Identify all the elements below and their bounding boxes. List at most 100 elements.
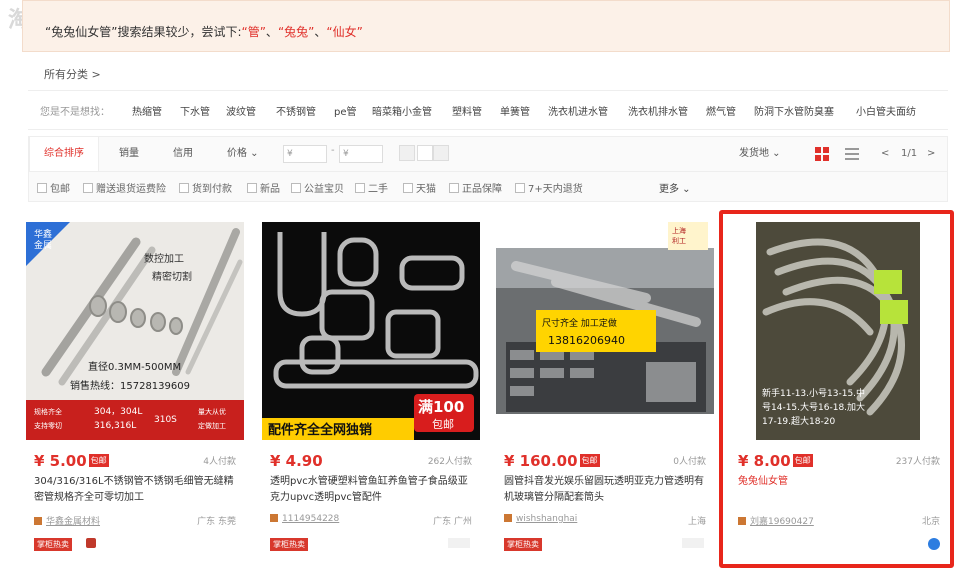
option-label: 新品 xyxy=(260,184,280,195)
image-text-line: 上海 xyxy=(672,226,686,235)
corner-label: 华鑫 xyxy=(34,228,52,240)
product-card[interactable]: 上海利工 尺寸齐全 加工定做 13816206940 ¥ 160.00 包邮 0人… xyxy=(496,222,714,562)
category-item[interactable]: 洗衣机进水管 xyxy=(548,103,608,118)
option-checkbox[interactable]: 赠送退货运费险 xyxy=(83,180,166,195)
category-item[interactable]: 洗衣机排水管 xyxy=(628,103,688,118)
price-min-input[interactable]: ¥ xyxy=(283,145,327,163)
view-toggle[interactable] xyxy=(433,145,449,161)
category-item[interactable]: 波纹管 xyxy=(226,103,256,118)
product-title[interactable]: 304/316/316L不锈钢管不锈钢毛细管无缝精密管规格齐全可零切加工 xyxy=(34,474,238,506)
grid-view-icon[interactable] xyxy=(815,147,829,161)
svg-text:华鑫 金属: 华鑫 金属 xyxy=(34,228,55,251)
category-item[interactable]: 不锈钢管 xyxy=(276,103,316,118)
option-label: 货到付款 xyxy=(192,184,232,195)
image-text: 定做加工 xyxy=(198,421,226,430)
view-toggle[interactable] xyxy=(399,145,415,161)
sales-count: 262人付款 xyxy=(427,457,472,467)
product-region: 上海 xyxy=(687,517,706,527)
option-checkbox[interactable]: 7+天内退货 xyxy=(515,180,583,195)
product-card[interactable]: 满100 包邮 配件齐全全网独销 ¥ 4.90 262人付款 透明pvc水管硬塑… xyxy=(262,222,480,562)
corner-label-line: 金属 xyxy=(34,239,52,251)
all-categories-link[interactable]: 所有分类 > xyxy=(44,66,101,82)
related-categories: 您是不是想找： 热缩管 下水管 波纹管 不锈钢管 pe管 暗菜箱小金管 塑料管 … xyxy=(28,90,948,130)
category-item[interactable]: 下水管 xyxy=(180,103,210,118)
image-text: 316,316L xyxy=(94,421,136,431)
tab-default-sort[interactable]: 综合排序 xyxy=(29,137,99,171)
image-text: 精密切割 xyxy=(152,270,192,283)
option-checkbox[interactable]: 公益宝贝 xyxy=(291,180,344,195)
product-title[interactable]: 圆管抖音发光娱乐留圆玩透明亚克力管透明有机玻璃管分隔配套筒头 xyxy=(504,474,708,506)
notice-message: 搜索结果较少，尝试下: xyxy=(117,25,242,39)
view-toggle[interactable] xyxy=(417,145,433,161)
shop-link[interactable]: wishshanghai xyxy=(504,514,577,524)
product-price: ¥ 160.00 包邮 xyxy=(504,452,600,470)
more-options-button[interactable]: 更多 ⌄ xyxy=(659,180,691,195)
suggestion-link[interactable]: “兔兔” xyxy=(278,25,314,39)
price-value: ¥ 160.00 xyxy=(504,452,578,470)
image-text: 直径0.3MM-500MM xyxy=(88,360,181,373)
image-text: 310S xyxy=(154,415,177,425)
category-item[interactable]: 单簧管 xyxy=(500,103,530,118)
image-text: 销售热线：15728139609 xyxy=(70,379,190,392)
product-card[interactable]: 华鑫 金属 数控加工 精密切割 直径0.3MM-500MM 销售热线：15728… xyxy=(26,222,244,562)
filter-options: 包邮 赠送退货运费险 货到付款 新品 公益宝贝 二手 天猫 正品保障 7+天内退… xyxy=(28,172,948,202)
category-item[interactable]: 暗菜箱小金管 xyxy=(372,103,432,118)
ship-from-select[interactable]: 发货地 ⌄ xyxy=(739,137,781,171)
option-checkbox[interactable]: 包邮 xyxy=(37,180,70,195)
product-price: ¥ 4.90 xyxy=(270,452,323,470)
category-item[interactable]: 小白管夫面纺 xyxy=(856,103,916,118)
product-title[interactable]: 透明pvc水管硬塑料管鱼缸养鱼管子食品级亚克力upvc透明pvc管配件 xyxy=(270,474,474,506)
suggestion-link[interactable]: “仙女” xyxy=(326,25,362,39)
price-range-dash: - xyxy=(331,145,335,156)
search-notice: “兔兔仙女管”搜索结果较少，尝试下:“管”、“兔兔”、“仙女” xyxy=(22,0,950,52)
next-page-button[interactable]: > xyxy=(927,137,935,171)
sales-count: 0人付款 xyxy=(673,457,706,467)
product-image[interactable]: 上海利工 尺寸齐全 加工定做 13816206940 xyxy=(496,222,714,440)
category-item[interactable]: 燃气管 xyxy=(706,103,736,118)
option-checkbox[interactable]: 货到付款 xyxy=(179,180,232,195)
image-text: 包邮 xyxy=(432,418,454,431)
option-checkbox[interactable]: 二手 xyxy=(355,180,388,195)
category-item[interactable]: 防洞下水管防臭塞 xyxy=(754,103,834,118)
tab-sales[interactable]: 销量 xyxy=(119,137,139,171)
hot-tag: 掌柜热卖 xyxy=(270,538,308,551)
option-label: 天猫 xyxy=(416,184,436,195)
image-text-line: 利工 xyxy=(672,236,686,245)
price-max-input[interactable]: ¥ xyxy=(339,145,383,163)
gift-icon xyxy=(86,538,96,548)
notice-text: “兔兔仙女管”搜索结果较少，尝试下:“管”、“兔兔”、“仙女” xyxy=(45,23,363,40)
image-text: 尺寸齐全 加工定做 xyxy=(542,317,617,329)
tab-price[interactable]: 价格 ⌄ xyxy=(227,137,259,171)
option-label: 二手 xyxy=(368,184,388,195)
option-label: 7+天内退货 xyxy=(528,184,583,195)
image-text: 满100 xyxy=(418,398,464,416)
option-checkbox[interactable]: 正品保障 xyxy=(449,180,502,195)
price-value: ¥ 5.00 xyxy=(34,452,87,470)
option-label: 正品保障 xyxy=(462,184,502,195)
free-shipping-badge: 包邮 xyxy=(579,454,600,467)
image-text: 数控加工 xyxy=(144,252,184,265)
category-item[interactable]: 热缩管 xyxy=(132,103,162,118)
prev-page-button[interactable]: < xyxy=(881,137,889,171)
service-badge xyxy=(682,538,704,548)
shop-link[interactable]: 1114954228 xyxy=(270,514,339,524)
category-item[interactable]: pe管 xyxy=(334,103,357,118)
category-item[interactable]: 塑料管 xyxy=(452,103,482,118)
product-image[interactable]: 华鑫 金属 数控加工 精密切割 直径0.3MM-500MM 销售热线：15728… xyxy=(26,222,244,440)
suggestion-separator: 、 xyxy=(314,25,327,39)
option-checkbox[interactable]: 新品 xyxy=(247,180,280,195)
image-text: 配件齐全全网独销 xyxy=(268,422,372,438)
image-text: 13816206940 xyxy=(548,334,625,347)
price-value: ¥ 4.90 xyxy=(270,452,323,470)
product-image[interactable]: 满100 包邮 配件齐全全网独销 xyxy=(262,222,480,440)
product-region: 广东 东莞 xyxy=(197,517,236,527)
shop-link[interactable]: 华鑫金属材料 xyxy=(34,514,100,527)
service-badge xyxy=(448,538,470,548)
suggestion-link[interactable]: “管” xyxy=(241,25,265,39)
option-checkbox[interactable]: 天猫 xyxy=(403,180,436,195)
list-view-icon[interactable] xyxy=(845,148,859,160)
tab-credit[interactable]: 信用 xyxy=(173,137,193,171)
option-label: 公益宝贝 xyxy=(304,184,344,195)
image-text: 规格齐全 xyxy=(34,407,62,416)
sales-count: 4人付款 xyxy=(203,457,236,467)
